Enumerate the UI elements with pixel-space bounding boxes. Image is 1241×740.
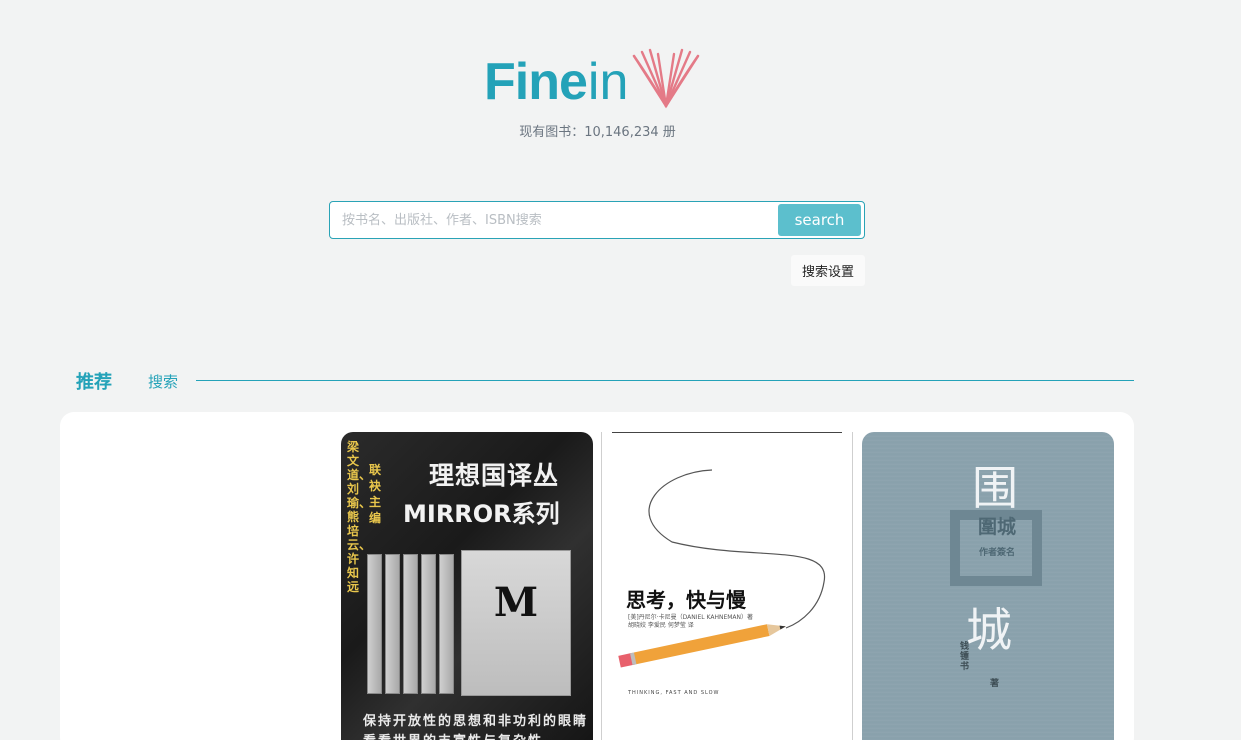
book-box: M <box>461 550 571 696</box>
tab-search[interactable]: 搜索 <box>148 371 178 392</box>
book-tagline: 保持开放性的思想和非功利的眼睛 <box>363 714 589 729</box>
book-author: 钱锺书 <box>960 642 970 672</box>
box-letter: M <box>493 579 539 626</box>
section-tabs: 推荐 搜索 <box>76 368 1134 394</box>
book-translator: 胡晓姣 李爱民 何梦莹 译 <box>628 622 694 629</box>
logo-text-in: in <box>587 53 629 111</box>
book-editors: 梁文道、刘瑜、熊培云、许知远 <box>347 440 372 594</box>
book-spine <box>367 554 382 694</box>
book-spine <box>421 554 436 694</box>
search-button[interactable]: search <box>778 204 861 236</box>
book-title-char-top: 围 <box>972 461 1018 515</box>
search-input[interactable] <box>342 208 762 232</box>
book-seal: 圍城 作者簽名 <box>974 516 1020 564</box>
book-card-thinking[interactable]: 思考，快与慢 [美]丹尼尔·卡尼曼（DANIEL KAHNEMAN）著 胡晓姣 … <box>601 432 853 740</box>
book-count: 现有图书：10,146,234 册 <box>519 125 676 140</box>
book-title: 理想国译丛 <box>429 461 560 490</box>
book-title-char-bottom: 城 <box>966 603 1012 657</box>
book-card-mirror[interactable]: 梁文道、刘瑜、熊培云、许知远 联袂主编 理想国译丛 MIRROR系列 M 保持开… <box>341 432 593 740</box>
book-english-title: THINKING, FAST AND SLOW <box>628 690 720 696</box>
book-tagline-2: 看看世界的丰富性与复杂性 <box>363 730 543 740</box>
search-settings-button[interactable]: 搜索设置 <box>791 255 865 286</box>
book-editors-note: 联袂主编 <box>369 463 382 525</box>
finein-logo[interactable]: Fine in <box>484 46 702 112</box>
seal-text: 圍城 <box>977 516 1016 538</box>
tab-divider <box>196 380 1134 381</box>
search-bar: search <box>329 201 865 239</box>
book-spine <box>385 554 400 694</box>
tab-recommend[interactable]: 推荐 <box>76 368 112 394</box>
book-spine <box>403 554 418 694</box>
book-card-weicheng[interactable]: 围 圍城 作者簽名 城 钱锺书 著 <box>862 432 1114 740</box>
book-spine <box>439 554 454 694</box>
open-book-icon <box>633 48 700 109</box>
book-title: 思考，快与慢 <box>626 588 746 612</box>
book-series: MIRROR系列 <box>403 500 560 528</box>
logo-text-fine: Fine <box>484 53 588 111</box>
book-author-suffix: 著 <box>990 679 1000 689</box>
seal-sub: 作者簽名 <box>978 548 1015 558</box>
